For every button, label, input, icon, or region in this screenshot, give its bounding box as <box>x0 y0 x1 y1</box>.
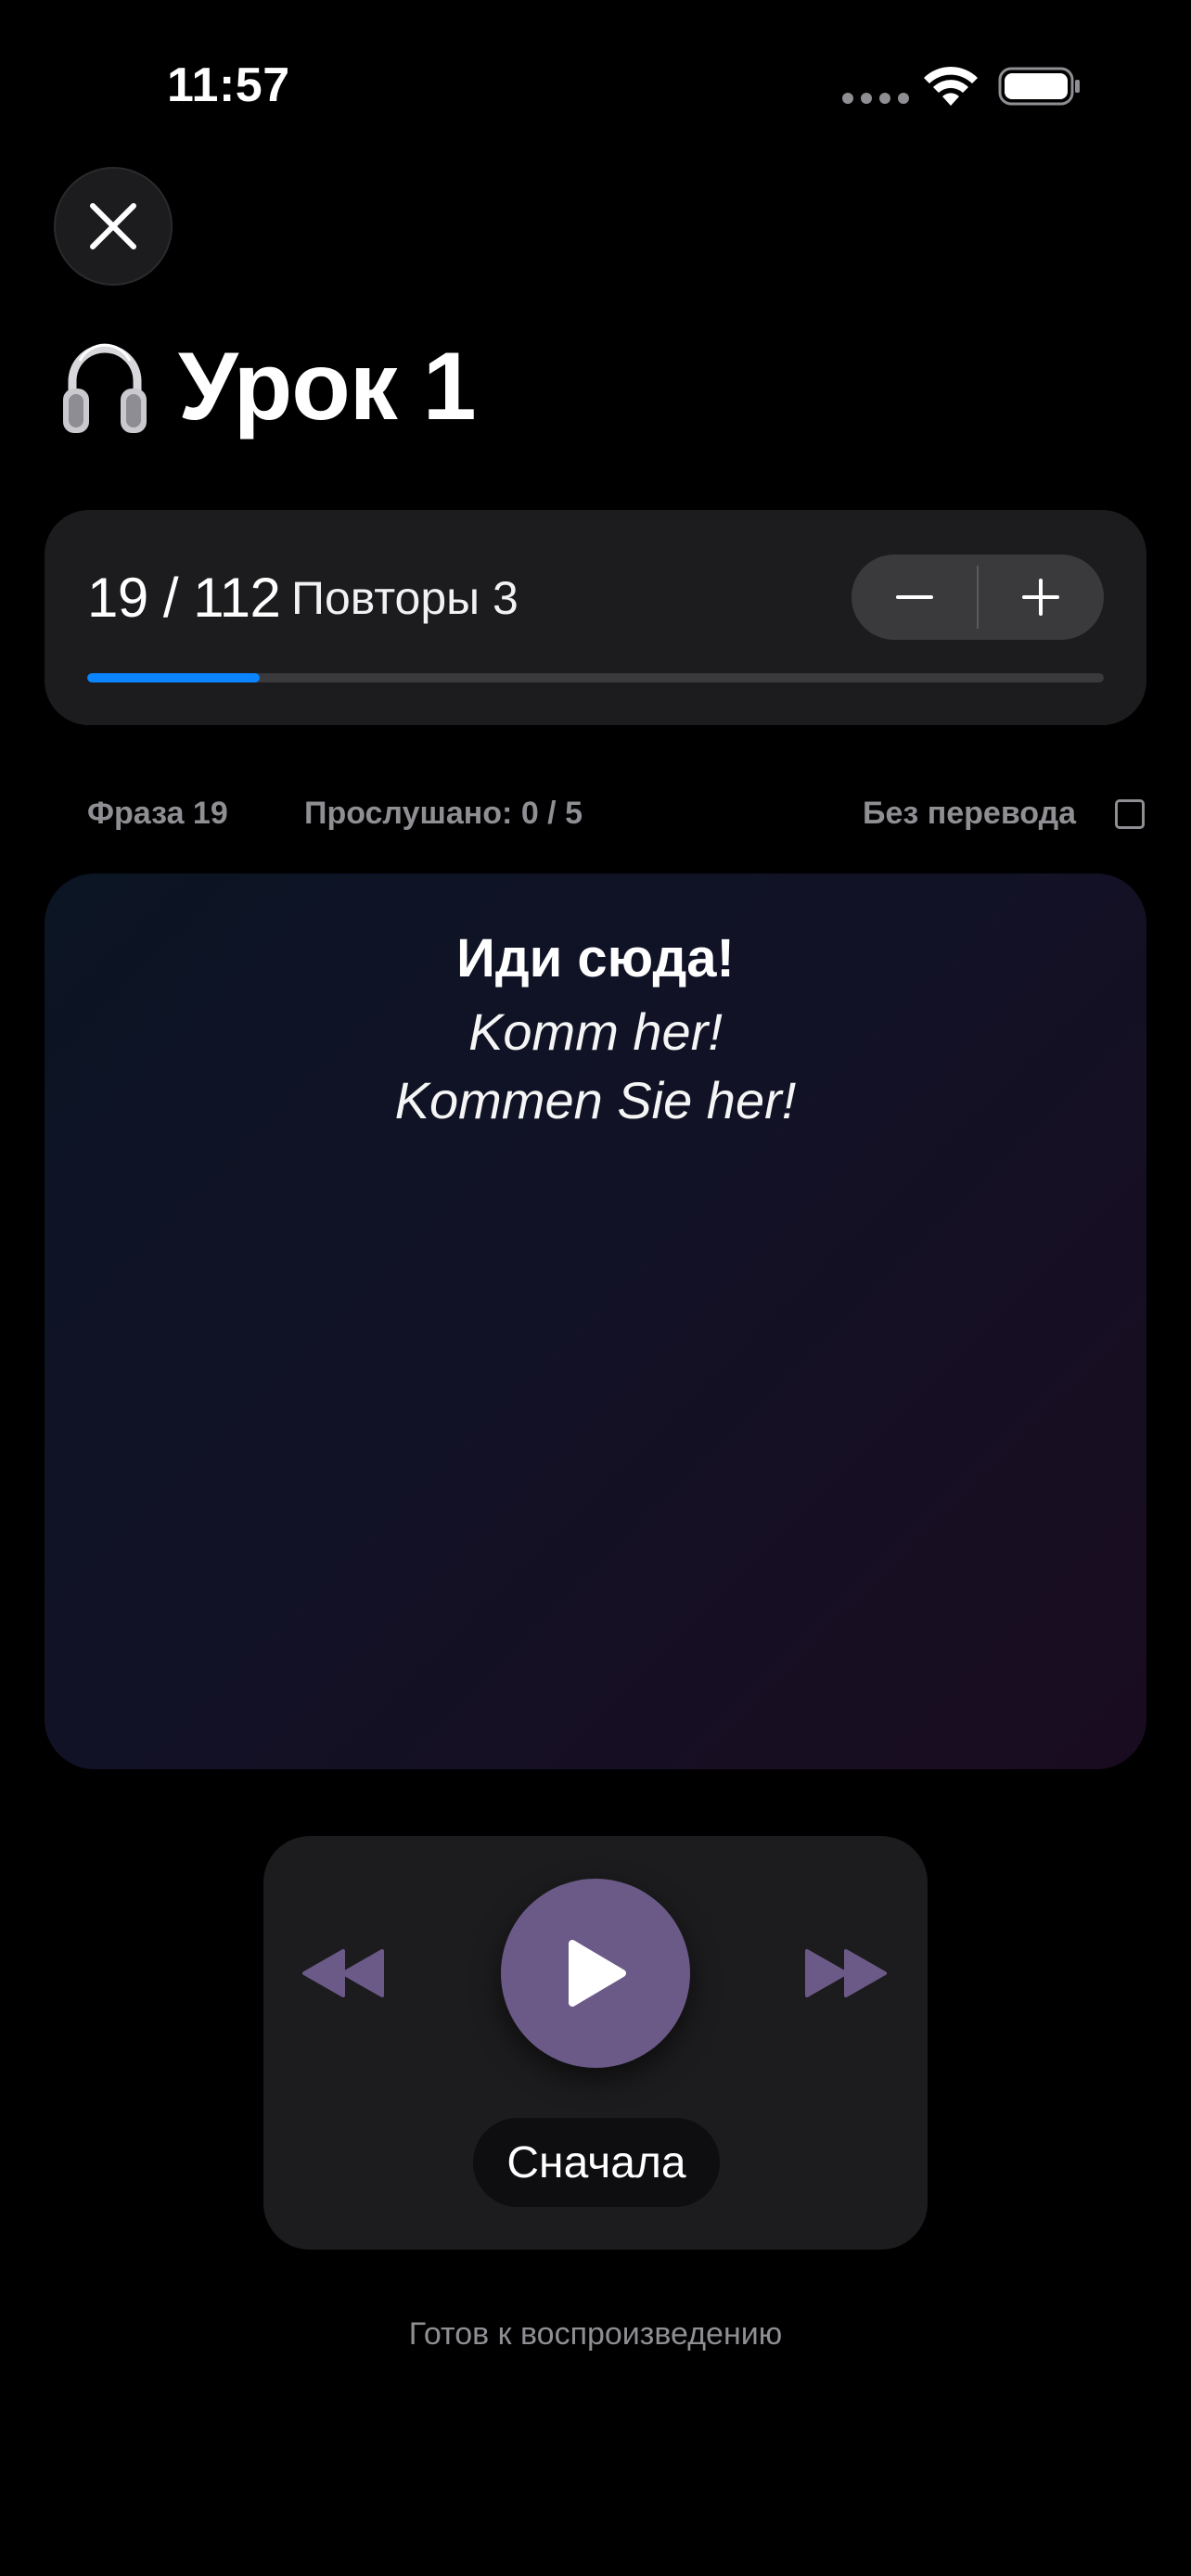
progress-bar-fill <box>87 673 261 682</box>
wifi-icon <box>924 66 978 106</box>
repeats-stepper <box>852 555 1104 640</box>
close-button[interactable] <box>54 167 173 286</box>
no-translation-checkbox[interactable] <box>1115 799 1145 829</box>
decrease-repeats-button[interactable] <box>852 555 978 640</box>
headphones-icon <box>63 343 147 433</box>
play-icon <box>569 1940 626 2007</box>
page-title-row: Урок 1 <box>59 332 477 442</box>
phrase-translation-informal: Komm her! <box>468 1002 723 1061</box>
no-translation-label: Без перевода <box>863 796 1077 831</box>
page-title: Урок 1 <box>178 333 477 440</box>
restart-button[interactable]: Сначала <box>473 2118 720 2207</box>
progress-bar <box>87 673 1104 682</box>
fast-forward-icon[interactable] <box>803 1947 887 1999</box>
repeats-label: Повторы 3 <box>291 572 519 624</box>
phrase-number-label: Фраза 19 <box>87 796 228 831</box>
close-icon <box>90 203 136 249</box>
playback-status: Готов к воспроизведению <box>408 2316 783 2352</box>
phrase-native-text: Иди сюда! <box>456 928 735 988</box>
plus-icon <box>1022 579 1059 616</box>
phrase-counter: 19 / 112 <box>87 567 281 629</box>
minus-icon <box>896 595 933 599</box>
increase-repeats-button[interactable] <box>978 555 1104 640</box>
listened-count-label: Прослушано: 0 / 5 <box>304 796 583 831</box>
signal-dots-icon <box>842 93 909 104</box>
battery-icon <box>998 67 1080 106</box>
rewind-icon[interactable] <box>302 1947 386 1999</box>
play-button[interactable] <box>501 1879 690 2068</box>
status-time: 11:57 <box>167 58 290 112</box>
phrase-translation-formal: Kommen Sie her! <box>394 1071 797 1129</box>
